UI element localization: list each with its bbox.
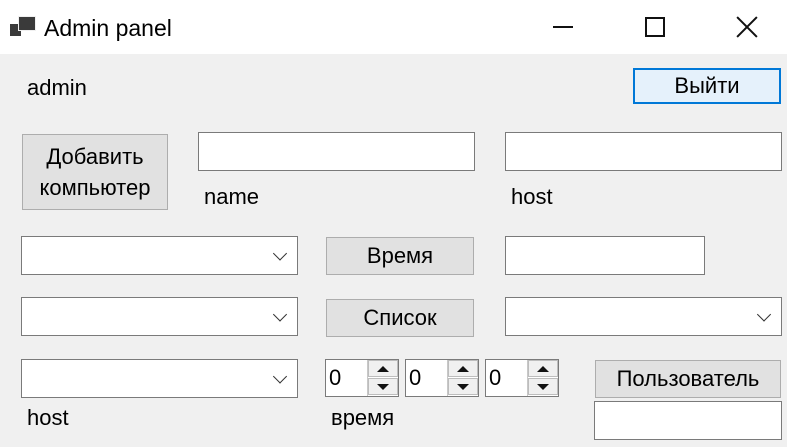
username-label: admin [27,75,87,100]
arrow-down-icon [457,383,469,390]
arrow-up-icon [377,365,389,372]
name-label: name [204,184,260,209]
list-result-select[interactable] [505,297,782,336]
computer-name-input[interactable] [198,132,475,171]
arrow-down-icon [537,383,549,390]
time-label: время [331,405,395,430]
add-computer-label-line1: Добавить [46,144,144,169]
hours-up-button[interactable] [368,360,398,377]
close-button[interactable] [701,0,787,54]
seconds-up-button[interactable] [528,360,558,377]
arrow-down-icon [377,383,389,390]
close-icon [735,15,759,39]
list-button[interactable]: Список [326,299,474,337]
hours-spinner[interactable]: 0 [325,359,399,397]
app-window-icon [10,14,36,38]
list-computer-select[interactable] [21,297,298,336]
minutes-spinner-value: 0 [409,365,422,390]
hours-spinner-value: 0 [329,365,342,390]
time-computer-select[interactable] [21,236,298,275]
logout-button[interactable]: Выйти [633,68,781,104]
minutes-up-button[interactable] [448,360,478,377]
time-button[interactable]: Время [326,237,474,275]
time-result-input[interactable] [505,236,705,275]
seconds-spinner-value: 0 [489,365,502,390]
arrow-up-icon [457,365,469,372]
user-button[interactable]: Пользователь [595,360,781,398]
hours-down-button[interactable] [368,378,398,395]
add-computer-label-line2: компьютер [39,175,151,200]
minutes-spinner[interactable]: 0 [405,359,479,397]
minimize-button[interactable] [517,0,609,54]
seconds-down-button[interactable] [528,378,558,395]
chevron-down-icon [272,368,288,384]
chevron-down-icon [756,306,772,322]
maximize-button[interactable] [609,0,701,54]
chevron-down-icon [272,306,288,322]
user-host-label: host [27,405,69,430]
host-label: host [511,184,553,209]
chevron-down-icon [272,245,288,261]
add-computer-button[interactable]: Добавить компьютер [22,134,168,210]
window-title: Admin panel [44,15,172,41]
minutes-down-button[interactable] [448,378,478,395]
arrow-up-icon [537,365,549,372]
user-result-input[interactable] [594,401,782,440]
seconds-spinner[interactable]: 0 [485,359,559,397]
maximize-icon [645,17,665,37]
title-bar: Admin panel [0,0,787,54]
computer-host-input[interactable] [505,132,782,171]
minimize-icon [553,26,573,28]
user-host-select[interactable] [21,359,298,398]
